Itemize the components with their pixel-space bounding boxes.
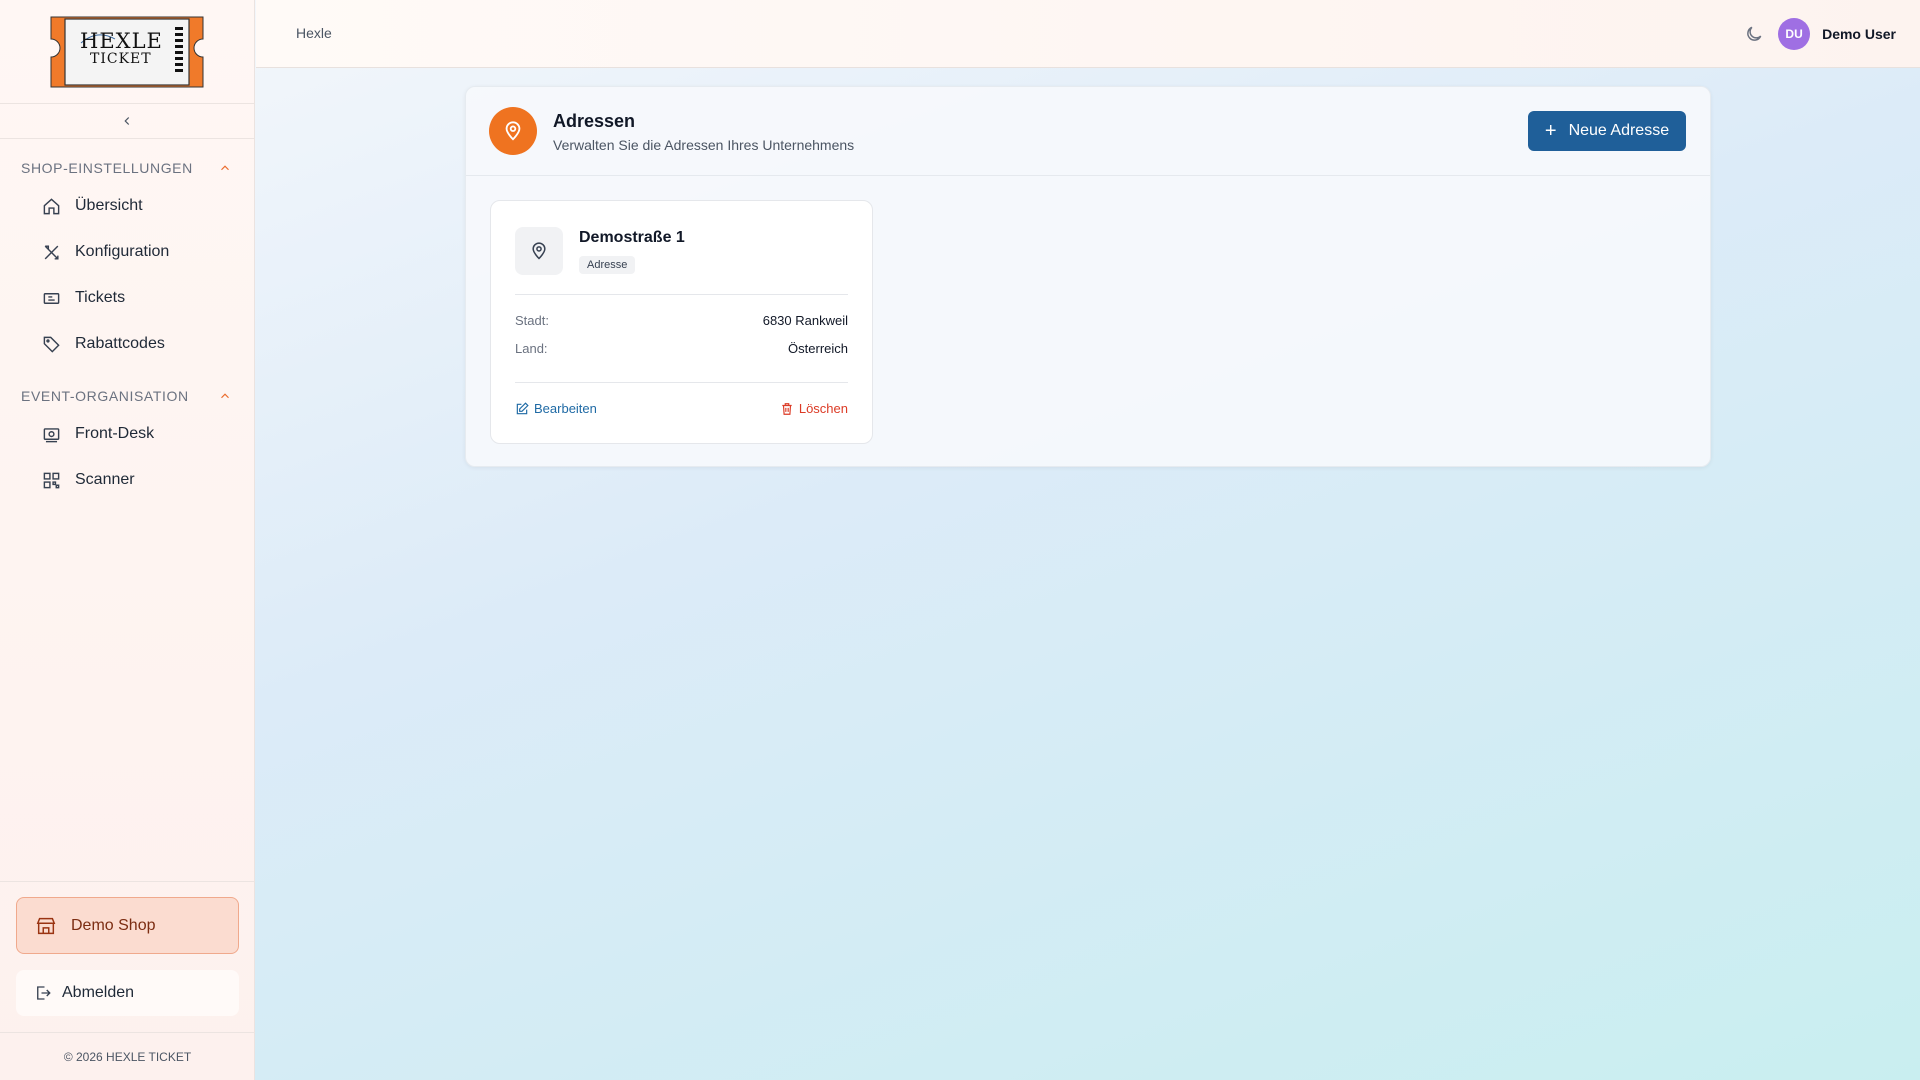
delete-button[interactable]: Löschen [780, 401, 848, 416]
section-shop-einstellungen[interactable]: SHOP-EINSTELLUNGEN [0, 153, 254, 183]
sidebar-item-tickets[interactable]: Tickets [0, 275, 254, 321]
logo-text-ticket: TICKET [90, 50, 152, 67]
user-name[interactable]: Demo User [1822, 26, 1896, 42]
edit-icon [516, 401, 529, 414]
sidebar-item-label: Front-Desk [75, 425, 155, 442]
new-address-label: Neue Adresse [1568, 122, 1670, 139]
sidebar-item-label: Konfiguration [75, 243, 170, 260]
sidebar-item-label: Übersicht [75, 197, 143, 214]
delete-label: Löschen [798, 401, 848, 416]
sidebar-item-label: Tickets [75, 289, 126, 306]
logout-label: Abmelden [62, 984, 135, 1001]
tools-icon [44, 244, 59, 260]
cash-register-icon [43, 427, 60, 442]
sidebar-bottom-actions: Demo Shop Abmelden [0, 881, 255, 1016]
address-card: Demostraße 1 Adresse Stadt: 6830 Rankwei… [490, 200, 873, 444]
sidebar-bottom: Demo Shop Abmelden © 2026 HEXLE TICKET [0, 881, 255, 1080]
logo-area: HEXLE TICKET [0, 0, 254, 104]
dark-mode-toggle-icon[interactable] [1744, 24, 1764, 44]
section-event-organisation[interactable]: EVENT-ORGANISATION [0, 381, 254, 411]
divider [515, 382, 848, 383]
avatar[interactable]: DU [1778, 18, 1811, 50]
addresses-panel: Adressen Verwalten Sie die Adressen Ihre… [465, 86, 1711, 467]
page-title: Adressen [553, 111, 636, 131]
section-title: EVENT-ORGANISATION [21, 388, 189, 404]
sidebar-item-konfiguration[interactable]: Konfiguration [0, 229, 254, 275]
collapse-sidebar-button[interactable] [0, 104, 254, 139]
sidebar-item-scanner[interactable]: Scanner [0, 457, 254, 503]
field-label: Land: [515, 341, 548, 356]
trash-icon [782, 402, 792, 415]
breadcrumb[interactable]: Hexle [296, 25, 332, 41]
sidebar-item-uebersicht[interactable]: Übersicht [0, 183, 254, 229]
chevron-up-icon [221, 393, 229, 399]
chevron-up-icon [221, 165, 229, 171]
new-address-button[interactable]: + Neue Adresse [1528, 111, 1686, 151]
address-title: Demostraße 1 [579, 229, 685, 246]
user-area: DU Demo User [1744, 18, 1896, 50]
location-pin-icon [515, 227, 563, 275]
chevron-left-icon [124, 117, 130, 125]
page-subtitle: Verwalten Sie die Adressen Ihres Unterne… [553, 137, 855, 153]
top-bar: Hexle DU Demo User [256, 0, 1920, 68]
divider [515, 294, 848, 295]
section-title: SHOP-EINSTELLUNGEN [21, 160, 193, 176]
store-icon [36, 917, 56, 934]
edit-label: Bearbeiten [534, 401, 597, 416]
tag-icon [43, 336, 60, 353]
shop-name: Demo Shop [71, 916, 156, 934]
plus-icon: + [1544, 120, 1557, 142]
copyright-text: © 2026 HEXLE TICKET [0, 1032, 255, 1080]
sidebar-item-rabattcodes[interactable]: Rabattcodes [0, 321, 254, 367]
address-type-badge: Adresse [579, 256, 636, 274]
field-label: Stadt: [515, 313, 549, 328]
field-row-stadt: Stadt: 6830 Rankweil [515, 313, 848, 328]
hexle-ticket-logo[interactable]: HEXLE TICKET [47, 15, 207, 89]
shop-switcher-button[interactable]: Demo Shop [16, 897, 239, 954]
sidebar-item-front-desk[interactable]: Front-Desk [0, 411, 254, 457]
sidebar: HEXLE TICKET SHOP-EINSTELLUNGEN Übersich… [0, 0, 255, 1080]
edit-button[interactable]: Bearbeiten [515, 401, 597, 416]
field-value: Österreich [788, 341, 848, 356]
ticket-icon [43, 292, 60, 304]
logout-button[interactable]: Abmelden [16, 970, 239, 1016]
qr-code-icon [43, 472, 60, 488]
field-row-land: Land: Österreich [515, 341, 848, 356]
field-value: 6830 Rankweil [762, 313, 848, 328]
home-icon [43, 197, 60, 214]
location-pin-icon [489, 107, 537, 155]
logo-text-hexle: HEXLE [80, 28, 163, 53]
logout-icon [37, 986, 51, 1000]
sidebar-item-label: Rabattcodes [75, 335, 165, 352]
panel-header: Adressen Verwalten Sie die Adressen Ihre… [466, 87, 1710, 176]
sidebar-item-label: Scanner [75, 471, 135, 488]
